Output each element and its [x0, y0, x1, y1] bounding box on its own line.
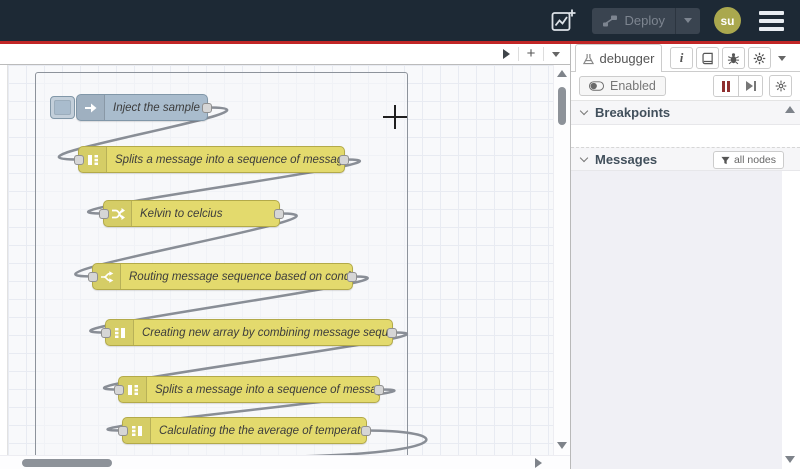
- scroll-right-icon[interactable]: [535, 458, 542, 468]
- pause-icon: [722, 80, 730, 92]
- scroll-down-icon[interactable]: [557, 442, 567, 449]
- sidebar-tabs-dropdown-icon[interactable]: [774, 55, 790, 61]
- scroll-up-icon[interactable]: [557, 70, 567, 77]
- node-label: Splits a message into a sequence of mess…: [155, 383, 379, 396]
- user-avatar[interactable]: su: [714, 7, 741, 34]
- inject-trigger-button[interactable]: [50, 96, 75, 119]
- pause-button[interactable]: [714, 76, 738, 96]
- add-flow-button[interactable]: +: [519, 44, 543, 64]
- deploy-options-caret[interactable]: [675, 7, 700, 34]
- bug-icon: [727, 52, 740, 64]
- sidebar-scroll-up-icon[interactable]: [785, 106, 795, 113]
- canvas-vertical-scrollbar[interactable]: [553, 65, 570, 455]
- tab-info[interactable]: i: [670, 47, 693, 69]
- output-port[interactable]: [274, 209, 284, 219]
- main-menu-icon[interactable]: [755, 7, 788, 35]
- tab-debug[interactable]: [722, 47, 745, 69]
- output-port[interactable]: [339, 155, 349, 165]
- input-port[interactable]: [99, 209, 109, 219]
- sidebar-scroll-down-icon[interactable]: [785, 456, 795, 463]
- filter-label: all nodes: [733, 154, 776, 166]
- debugger-tab-label: debugger: [599, 51, 655, 66]
- node-label: Routing message sequence based on condit…: [129, 270, 352, 283]
- chevron-down-icon: [579, 153, 589, 162]
- deploy-label: Deploy: [624, 13, 665, 28]
- canvas-horizontal-scrollbar[interactable]: [0, 455, 570, 469]
- gear-icon: [753, 52, 766, 64]
- switch-node[interactable]: Routing message sequence based on condit…: [88, 263, 357, 290]
- vertical-scroll-thumb[interactable]: [558, 87, 566, 125]
- change-node[interactable]: Kelvin to celcius: [99, 200, 284, 227]
- output-port[interactable]: [374, 385, 384, 395]
- flow-list-dropdown-icon[interactable]: [544, 44, 568, 64]
- node-label: Splits a message into a sequence of mess…: [115, 153, 344, 166]
- app-header: Deploy su: [0, 0, 800, 41]
- debugger-enabled-toggle[interactable]: Enabled: [579, 76, 666, 96]
- output-port[interactable]: [202, 103, 212, 113]
- join-node[interactable]: Creating new array by combining message …: [101, 319, 397, 346]
- chevron-down-icon: [579, 106, 589, 116]
- debugger-toolbar: Enabled: [571, 72, 800, 101]
- palette-strip: [0, 65, 8, 455]
- input-port[interactable]: [114, 385, 124, 395]
- debugger-settings-button[interactable]: [769, 75, 792, 97]
- book-icon: [702, 52, 713, 64]
- tab-help[interactable]: [696, 47, 719, 69]
- gear-icon: [775, 80, 786, 92]
- sidebar: debugger i Enabled Breakpoints Messages …: [570, 44, 800, 469]
- messages-section-header[interactable]: Messages all nodes: [571, 147, 800, 171]
- debugger-sections: Breakpoints Messages all nodes: [571, 101, 800, 469]
- step-button[interactable]: [738, 76, 762, 96]
- output-port[interactable]: [347, 272, 357, 282]
- input-port[interactable]: [101, 328, 111, 338]
- step-forward-icon: [745, 81, 756, 91]
- enabled-label: Enabled: [610, 79, 656, 93]
- node-label: Kelvin to celcius: [140, 207, 223, 220]
- debugger-flask-icon: [582, 53, 594, 64]
- horizontal-scroll-thumb[interactable]: [22, 459, 112, 467]
- workspace: + Inject the sample data Splits a message…: [0, 44, 570, 469]
- breakpoints-section-header[interactable]: Breakpoints: [571, 101, 800, 125]
- info-icon: i: [679, 50, 684, 65]
- messages-list: [571, 171, 800, 469]
- tab-config[interactable]: [748, 47, 771, 69]
- output-port[interactable]: [361, 426, 371, 436]
- toggle-on-icon: [589, 81, 604, 91]
- node-label: Calculating the the average of temperatu…: [159, 424, 366, 437]
- breakpoints-title: Breakpoints: [595, 105, 671, 120]
- inject-icon: [77, 95, 105, 120]
- funnel-icon: [721, 156, 730, 164]
- breakpoints-list: [571, 125, 800, 147]
- sidebar-tabbar: debugger i: [571, 44, 800, 72]
- node-label: Inject the sample data: [113, 101, 207, 114]
- split-node[interactable]: Splits a message into a sequence of mess…: [114, 376, 384, 403]
- flow-tabbar: +: [0, 44, 570, 65]
- deploy-button[interactable]: Deploy: [591, 7, 700, 34]
- messages-title: Messages: [595, 151, 658, 167]
- message-filter-button[interactable]: all nodes: [712, 151, 784, 169]
- tab-scroll-right-button[interactable]: [494, 44, 518, 64]
- dashboard-chart-icon[interactable]: [548, 6, 578, 36]
- node-label: Creating new array by combining message …: [142, 326, 392, 339]
- split-node[interactable]: Splits a message into a sequence of mess…: [74, 146, 349, 173]
- join-node[interactable]: Calculating the the average of temperatu…: [118, 417, 371, 444]
- deploy-icon: [602, 15, 617, 26]
- inject-node[interactable]: Inject the sample data: [50, 94, 212, 121]
- input-port[interactable]: [118, 426, 128, 436]
- canvas[interactable]: Inject the sample data Splits a message i…: [8, 65, 553, 455]
- tab-debugger[interactable]: debugger: [575, 44, 662, 72]
- input-port[interactable]: [74, 155, 84, 165]
- input-port[interactable]: [88, 272, 98, 282]
- output-port[interactable]: [387, 328, 397, 338]
